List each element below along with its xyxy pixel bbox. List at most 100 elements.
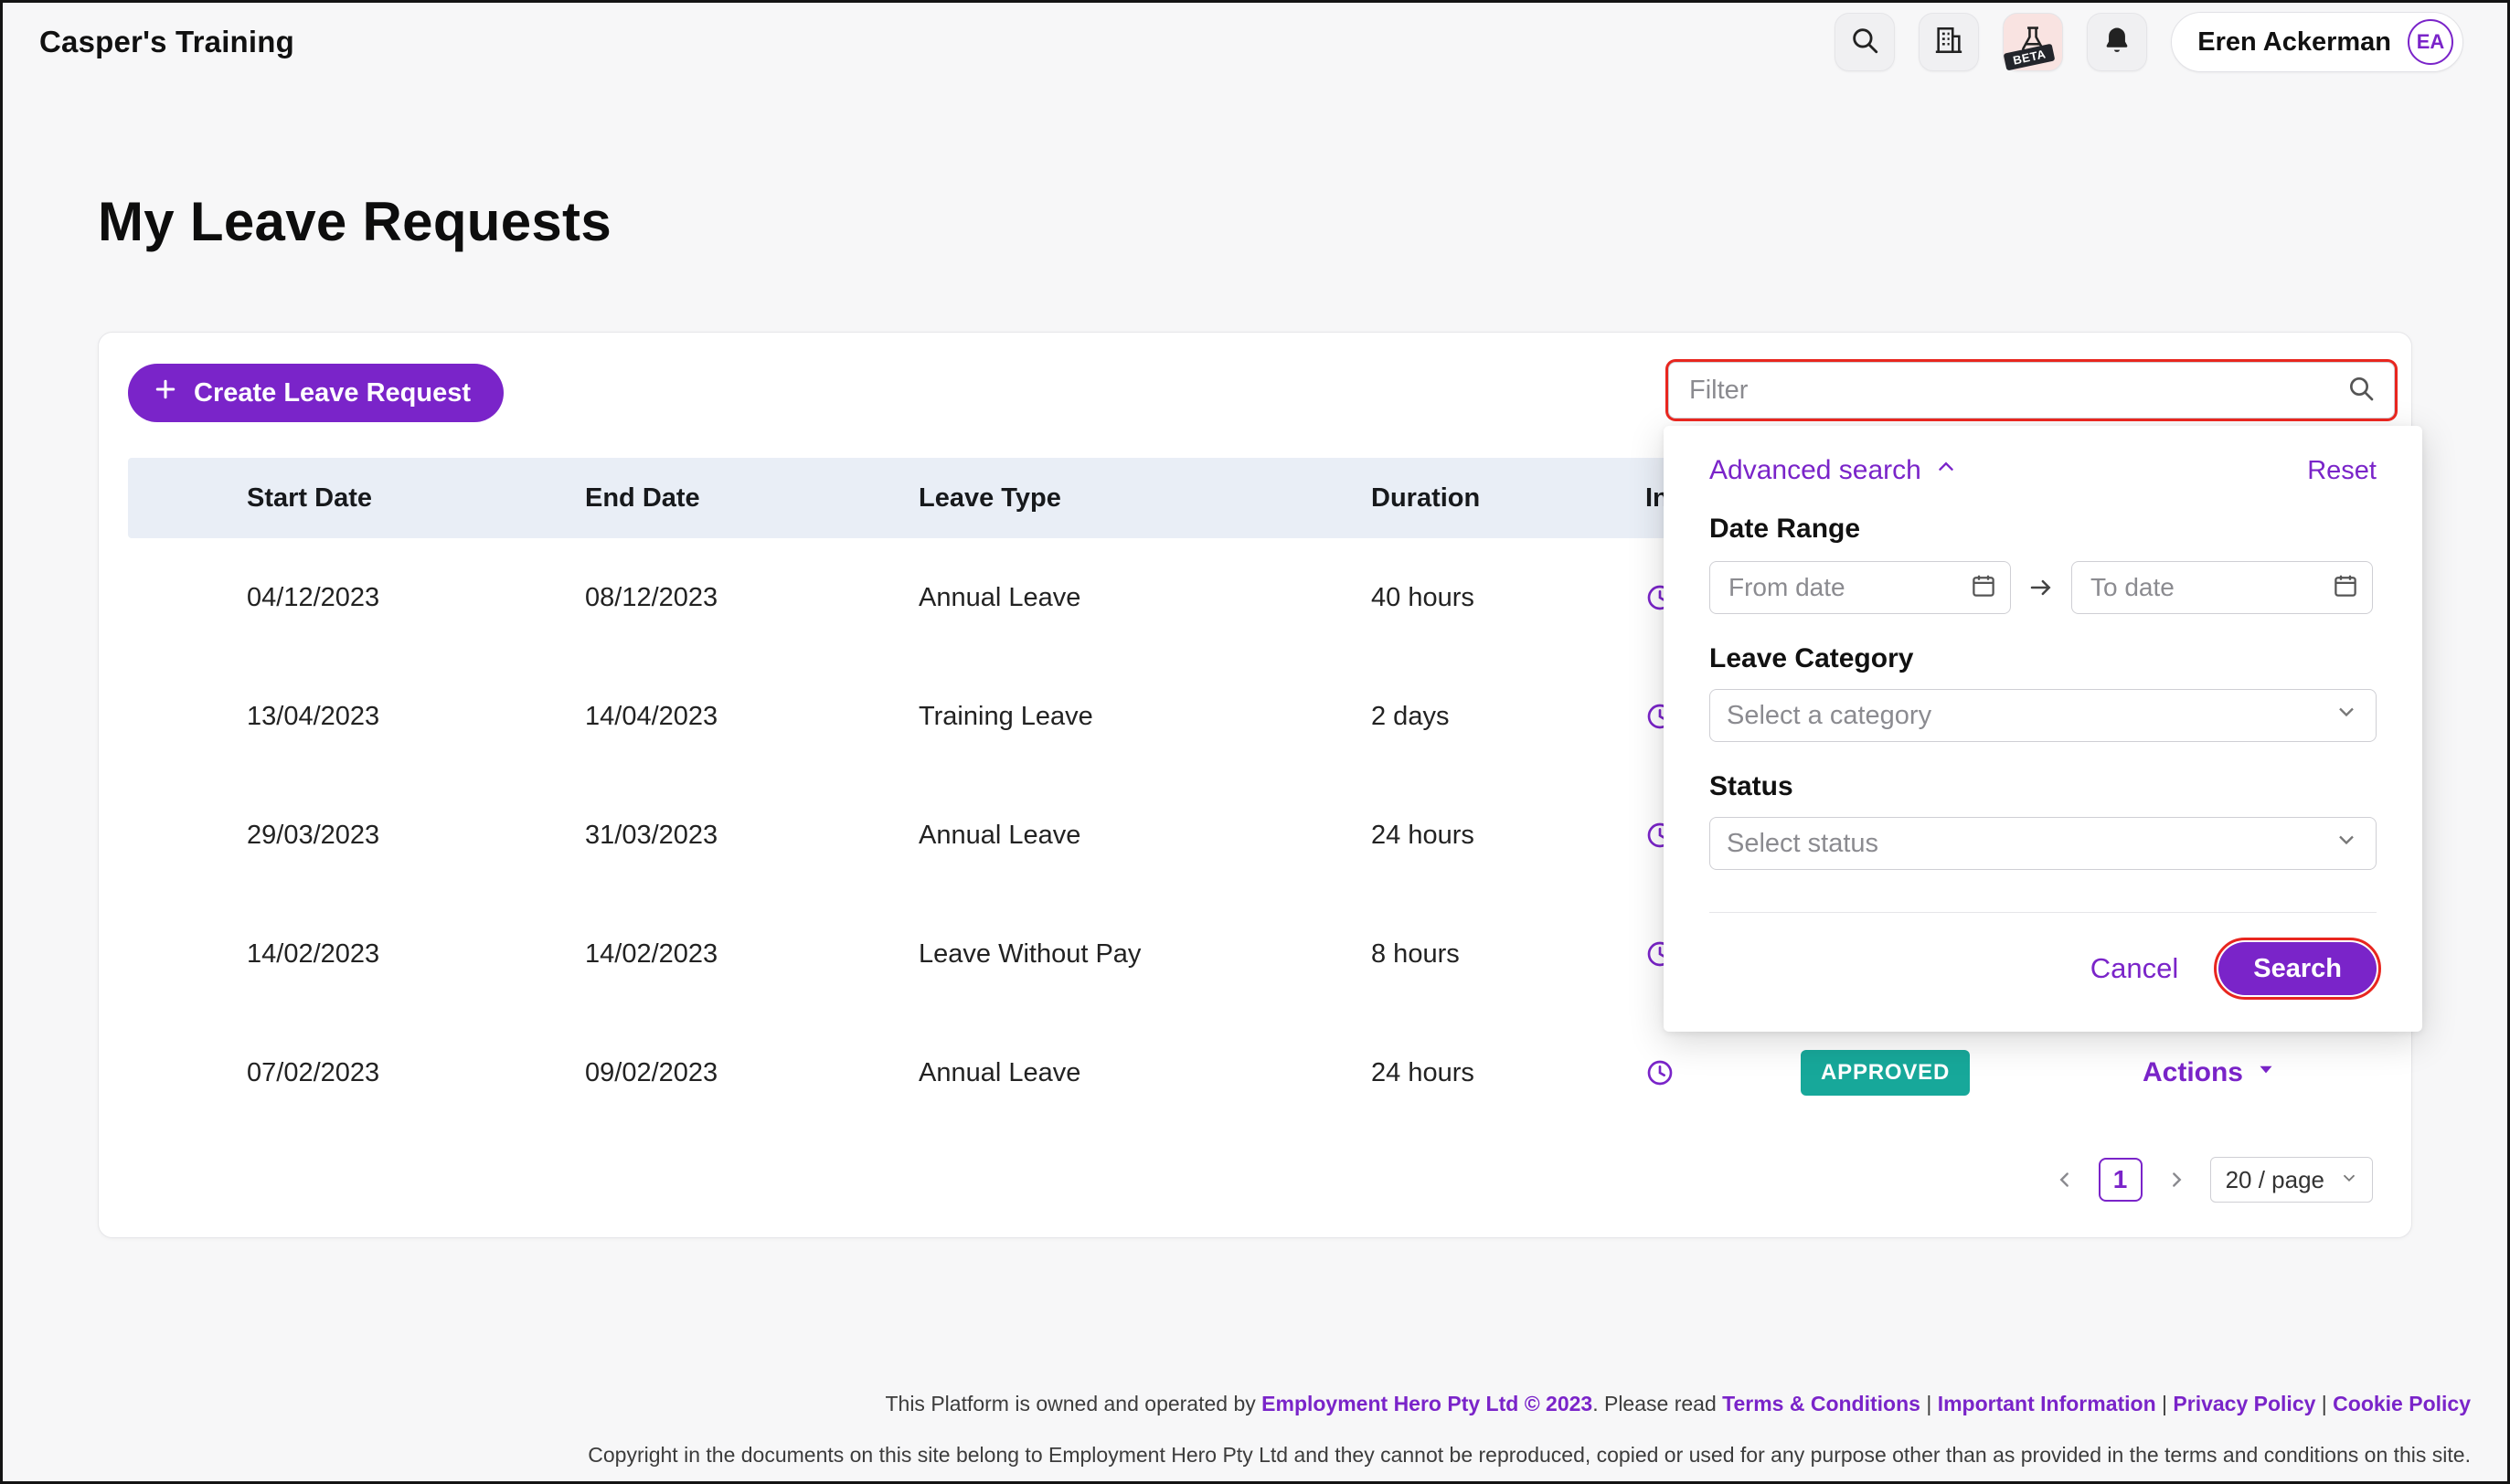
pagination: 1 20 / page	[99, 1157, 2411, 1237]
advanced-search-panel: Advanced search Reset Date Range	[1664, 426, 2422, 1032]
next-page-button[interactable]	[2163, 1166, 2190, 1193]
beta-features-button[interactable]: BETA	[2003, 13, 2063, 71]
column-header-duration: Duration	[1371, 483, 1645, 514]
previous-page-button[interactable]	[2051, 1166, 2079, 1193]
chevron-down-icon	[2334, 827, 2359, 860]
leave-category-label: Leave Category	[1709, 643, 2377, 674]
cell-end-date: 14/02/2023	[585, 939, 919, 970]
panel-actions: Cancel Search	[1709, 942, 2377, 995]
caret-down-icon	[2254, 1057, 2278, 1088]
footer-separator: |	[1920, 1392, 1938, 1415]
status-badge: APPROVED	[1801, 1050, 1970, 1096]
page-number[interactable]: 1	[2099, 1158, 2143, 1202]
actions-menu-button[interactable]: Actions	[2038, 1057, 2382, 1088]
chevron-down-icon	[2339, 1166, 2359, 1194]
leave-category-select[interactable]: Select a category	[1709, 689, 2377, 742]
advanced-search-toggle[interactable]: Advanced search	[1709, 455, 1958, 486]
app-title: Casper's Training	[39, 25, 294, 59]
footer-separator: |	[2315, 1392, 2333, 1415]
to-date-input[interactable]	[2089, 572, 2332, 603]
footer-text: . Please read	[1592, 1392, 1722, 1415]
calendar-icon[interactable]	[1970, 572, 1997, 604]
reset-link[interactable]: Reset	[2307, 456, 2377, 486]
column-header-end-date: End Date	[585, 483, 919, 514]
page-size-value: 20 / page	[2226, 1166, 2324, 1194]
create-leave-request-label: Create Leave Request	[194, 378, 471, 408]
filter-input[interactable]	[1687, 375, 2346, 407]
search-button[interactable]	[1835, 13, 1895, 71]
arrow-right-icon	[2027, 574, 2055, 601]
page-size-select[interactable]: 20 / page	[2210, 1157, 2373, 1203]
privacy-policy-link[interactable]: Privacy Policy	[2173, 1392, 2315, 1415]
from-date-field[interactable]	[1709, 561, 2011, 614]
cell-end-date: 08/12/2023	[585, 583, 919, 613]
status-placeholder: Select status	[1727, 829, 1878, 859]
main-content: My Leave Requests Create Leave Request S…	[3, 81, 2507, 1238]
cell-duration: 40 hours	[1371, 583, 1645, 613]
user-name: Eren Ackerman	[2197, 27, 2391, 58]
to-date-field[interactable]	[2071, 561, 2373, 614]
clock-icon[interactable]	[1645, 1058, 1801, 1087]
beta-badge: BETA	[2004, 44, 2056, 71]
footer-line-2: Copyright in the documents on this site …	[39, 1441, 2471, 1468]
employment-hero-link[interactable]: Employment Hero Pty Ltd © 2023	[1261, 1392, 1592, 1415]
cell-end-date: 14/04/2023	[585, 702, 919, 732]
status-cell: APPROVED	[1801, 1050, 2038, 1096]
cell-duration: 8 hours	[1371, 939, 1645, 970]
calendar-icon[interactable]	[2332, 572, 2359, 604]
status-label: Status	[1709, 771, 2377, 802]
avatar: EA	[2408, 19, 2453, 65]
search-icon	[1849, 25, 1880, 60]
column-header-leave-type: Leave Type	[919, 483, 1371, 514]
cookie-policy-link[interactable]: Cookie Policy	[2333, 1392, 2471, 1415]
user-menu[interactable]: Eren Ackerman EA	[2171, 12, 2463, 72]
cell-end-date: 09/02/2023	[585, 1058, 919, 1088]
cell-start-date: 29/03/2023	[247, 821, 585, 851]
cell-leave-type: Annual Leave	[919, 1058, 1371, 1088]
cell-end-date: 31/03/2023	[585, 821, 919, 851]
advanced-search-header: Advanced search Reset	[1709, 455, 2377, 486]
notifications-button[interactable]	[2087, 13, 2147, 71]
cancel-button[interactable]: Cancel	[2090, 952, 2179, 985]
bell-icon	[2101, 25, 2132, 60]
date-range-label: Date Range	[1709, 514, 2377, 545]
column-header-start-date: Start Date	[247, 483, 585, 514]
advanced-search-label: Advanced search	[1709, 455, 1921, 486]
cell-leave-type: Leave Without Pay	[919, 939, 1371, 970]
top-bar: Casper's Training BETA Eren Ackerman EA	[3, 3, 2507, 81]
page-footer: This Platform is owned and operated by E…	[3, 1390, 2507, 1468]
plus-icon	[152, 376, 179, 410]
cell-start-date: 13/04/2023	[247, 702, 585, 732]
leave-category-placeholder: Select a category	[1727, 701, 1931, 731]
filter-field[interactable]	[1668, 362, 2395, 419]
organisation-button[interactable]	[1919, 13, 1979, 71]
cell-leave-type: Training Leave	[919, 702, 1371, 732]
terms-conditions-link[interactable]: Terms & Conditions	[1722, 1392, 1920, 1415]
footer-line-1: This Platform is owned and operated by E…	[39, 1390, 2471, 1417]
chevron-down-icon	[2334, 699, 2359, 732]
create-leave-request-button[interactable]: Create Leave Request	[128, 364, 504, 422]
cell-start-date: 14/02/2023	[247, 939, 585, 970]
cell-leave-type: Annual Leave	[919, 583, 1371, 613]
important-information-link[interactable]: Important Information	[1938, 1392, 2156, 1415]
cell-duration: 2 days	[1371, 702, 1645, 732]
search-icon	[2346, 374, 2376, 408]
search-submit-button[interactable]: Search	[2218, 942, 2377, 995]
panel-divider	[1709, 912, 2377, 913]
cell-duration: 24 hours	[1371, 1058, 1645, 1088]
actions-label: Actions	[2143, 1057, 2243, 1088]
cell-duration: 24 hours	[1371, 821, 1645, 851]
chevron-up-icon	[1934, 455, 1958, 486]
page-title: My Leave Requests	[98, 189, 2412, 255]
building-icon	[1933, 25, 1964, 60]
cell-leave-type: Annual Leave	[919, 821, 1371, 851]
cell-start-date: 07/02/2023	[247, 1058, 585, 1088]
footer-text: This Platform is owned and operated by	[885, 1392, 1261, 1415]
cell-start-date: 04/12/2023	[247, 583, 585, 613]
date-range-row	[1709, 561, 2377, 614]
footer-separator: |	[2156, 1392, 2174, 1415]
from-date-input[interactable]	[1727, 572, 1970, 603]
status-select[interactable]: Select status	[1709, 817, 2377, 870]
top-bar-actions: BETA Eren Ackerman EA	[1835, 12, 2463, 72]
leave-requests-card: Create Leave Request Start Date End Date…	[98, 332, 2412, 1238]
